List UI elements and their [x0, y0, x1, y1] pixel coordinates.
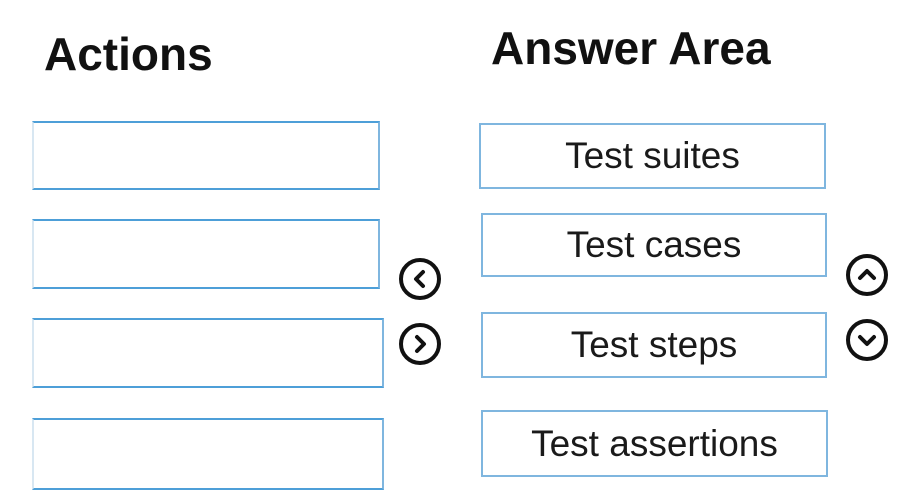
- move-up-button[interactable]: [846, 254, 888, 296]
- answer-item-label: Test assertions: [531, 422, 778, 464]
- answer-item-test-cases[interactable]: Test cases: [481, 213, 827, 277]
- answer-item-label: Test suites: [565, 135, 740, 176]
- actions-heading: Actions: [44, 28, 213, 80]
- action-slot-2[interactable]: [32, 219, 380, 289]
- chevron-left-icon: [414, 270, 425, 288]
- chevron-right-icon: [415, 335, 426, 353]
- chevron-down-icon: [858, 335, 876, 346]
- move-right-button[interactable]: [399, 323, 441, 365]
- drag-drop-question: Actions Answer Area Test suites Test cas…: [0, 0, 906, 493]
- action-slot-3[interactable]: [32, 318, 384, 388]
- chevron-up-icon: [858, 269, 876, 280]
- answer-item-label: Test steps: [570, 324, 738, 365]
- answer-area-heading: Answer Area: [491, 22, 771, 74]
- action-slot-1[interactable]: [32, 121, 380, 190]
- answer-item-test-steps[interactable]: Test steps: [481, 312, 827, 378]
- answer-item-test-assertions[interactable]: Test assertions: [481, 410, 828, 477]
- action-slot-4[interactable]: [32, 418, 384, 490]
- answer-item-test-suites[interactable]: Test suites: [479, 123, 826, 189]
- move-down-button[interactable]: [846, 319, 888, 361]
- answer-item-label: Test cases: [566, 224, 742, 265]
- move-left-button[interactable]: [399, 258, 441, 300]
